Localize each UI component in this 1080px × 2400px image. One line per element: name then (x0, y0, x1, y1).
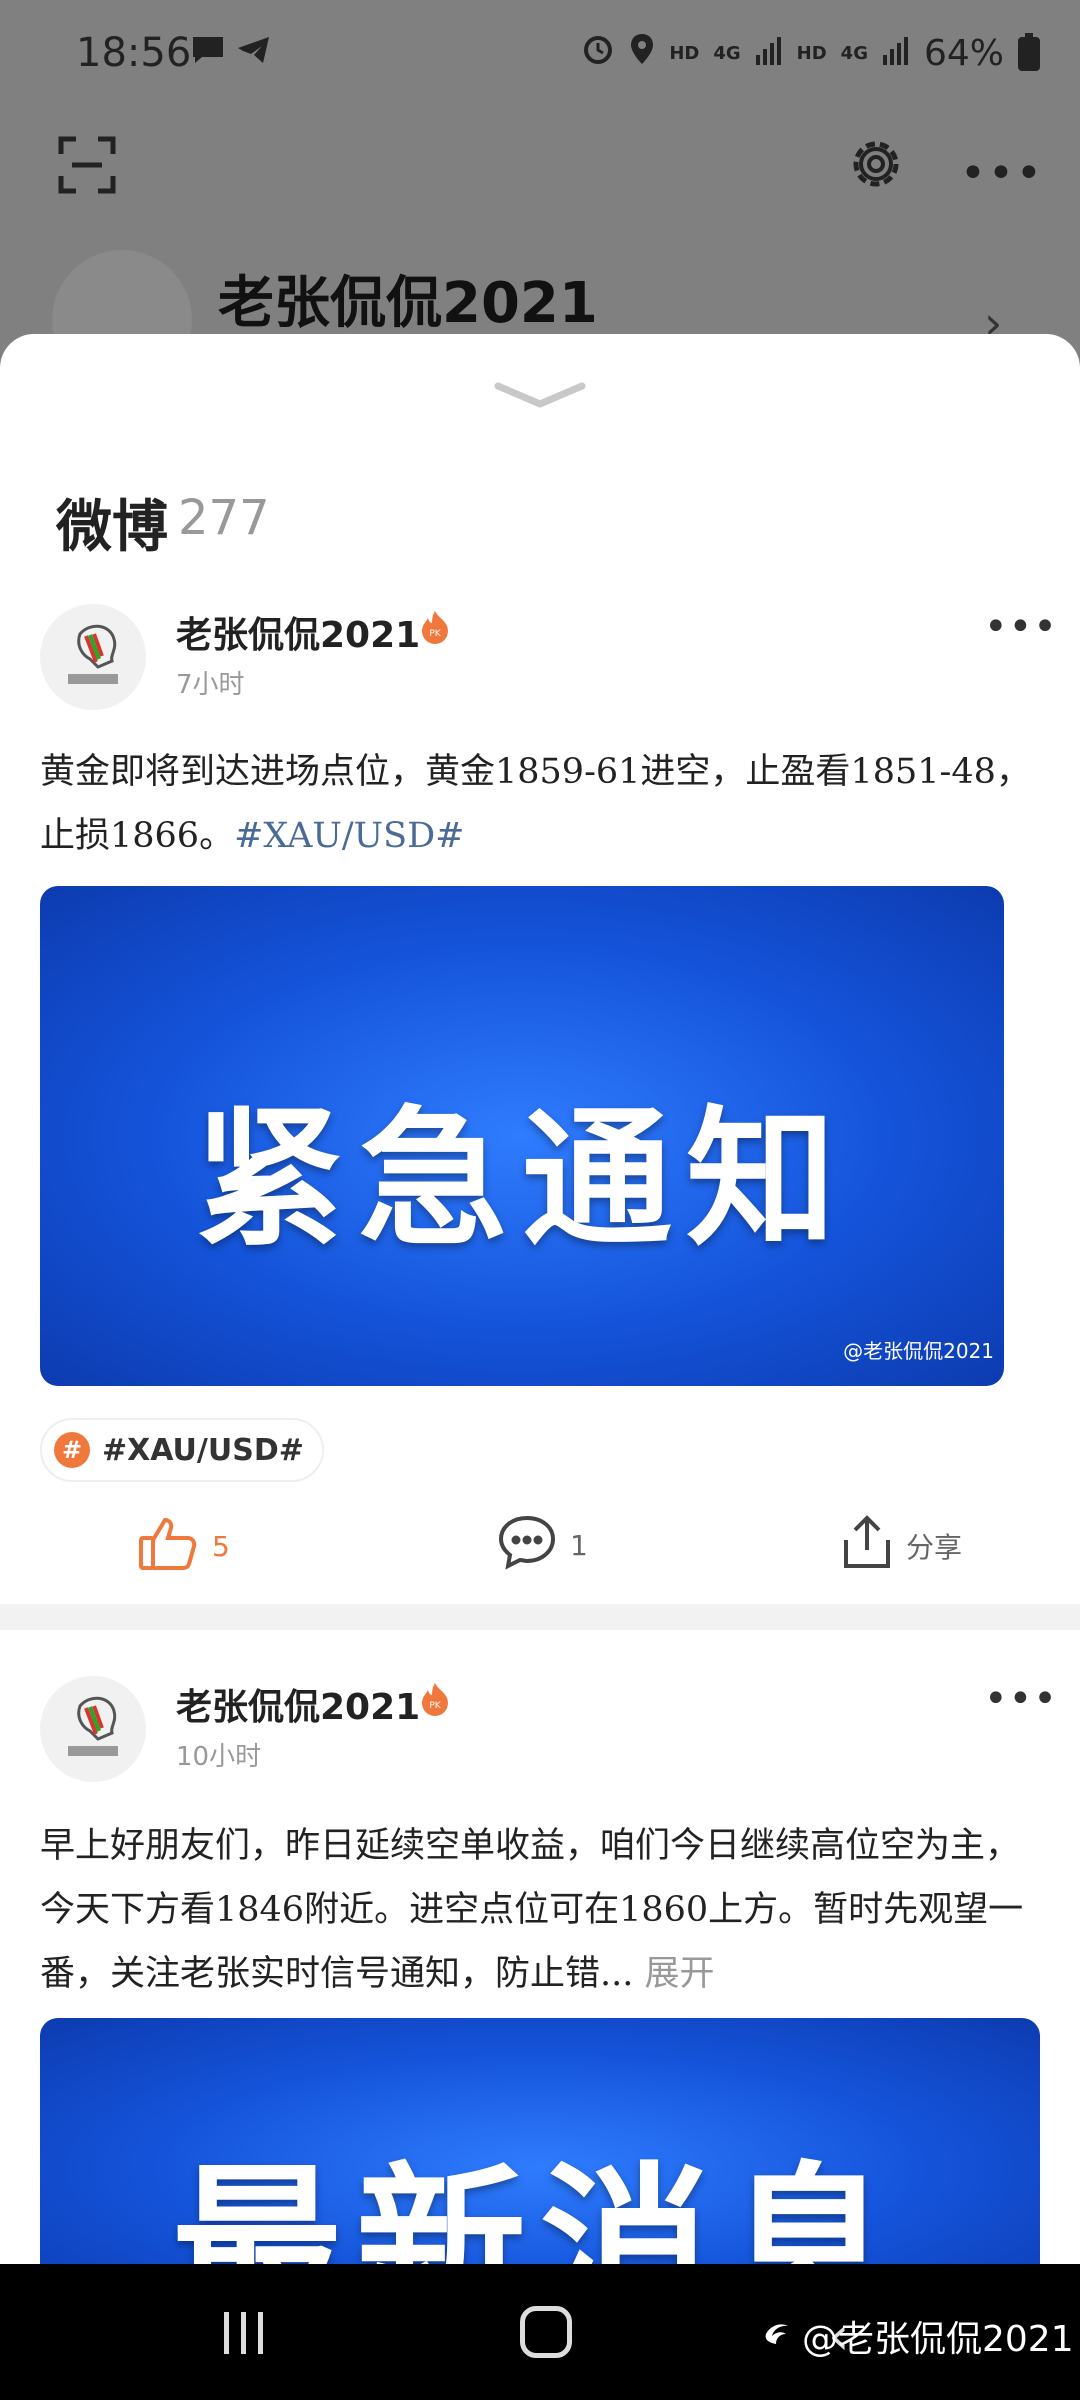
share-icon (842, 1514, 892, 1577)
battery-icon (1018, 32, 1040, 71)
hash-icon: # (54, 1432, 90, 1468)
pk-badge-text: PK (429, 1701, 441, 1711)
post-body: 早上好朋友们，昨日延续空单收益，咱们今日继续高位空为主，今天下方看1846附近。… (40, 1826, 1024, 1994)
share-button[interactable]: 分享 (842, 1514, 962, 1577)
status-bar: 18:56 HD 4G HD 4G 64% (0, 0, 1080, 110)
pk-badge-icon: PK (420, 1682, 450, 1716)
post-text: 黄金即将到达进场点位，黄金1859-61进空，止盈看1851-48，止损1866… (40, 740, 1040, 868)
network-4g-label-2: 4G (840, 43, 868, 64)
post-actions: 5 1 分享 (0, 1514, 1080, 1594)
topic-chip-label: #XAU/USD# (102, 1432, 304, 1468)
post-time: 7小时 (176, 670, 245, 700)
watermark-text: @老张侃侃2021 (802, 2319, 1074, 2360)
post-card[interactable]: 老张侃侃2021 PK 7小时 ••• 黄金即将到达进场点位，黄金1859-61… (0, 604, 1080, 1386)
pk-badge-text: PK (429, 629, 441, 639)
expand-link[interactable]: 展开 (645, 1954, 715, 1994)
hd-label-1: HD (669, 43, 700, 64)
post-more-icon[interactable]: ••• (984, 1676, 1058, 1722)
signal-icon-2 (882, 33, 910, 74)
thumbs-up-icon (138, 1514, 198, 1579)
weibo-logo-icon (760, 2314, 796, 2359)
post-more-icon[interactable]: ••• (984, 604, 1058, 650)
sheet-title: 微博 (56, 495, 168, 560)
post-topic-link[interactable]: #XAU/USD# (234, 816, 464, 856)
topic-chip[interactable]: # #XAU/USD# (40, 1418, 324, 1482)
home-icon[interactable] (520, 2306, 572, 2358)
scan-icon[interactable] (58, 136, 116, 194)
post-body: 黄金即将到达进场点位，黄金1859-61进空，止盈看1851-48，止损1866… (40, 752, 1031, 856)
more-options-icon[interactable]: ••• (960, 148, 1044, 199)
post-image[interactable]: 最新消息 (40, 2018, 1040, 2264)
post-divider (0, 1604, 1080, 1630)
share-label: 分享 (906, 1530, 963, 1564)
author-name[interactable]: 老张侃侃2021 (176, 606, 420, 658)
pk-badge-icon: PK (420, 610, 450, 644)
author-avatar[interactable] (40, 1676, 146, 1782)
post-image-watermark: @老张侃侃2021 (843, 1339, 994, 1363)
message-icon (190, 34, 226, 74)
weibo-count: 277 (178, 490, 270, 546)
alarm-icon (581, 32, 615, 75)
telegram-icon (236, 34, 272, 74)
signal-icon-1 (755, 33, 783, 74)
comment-icon (498, 1514, 556, 1577)
settings-gear-icon[interactable] (846, 134, 906, 194)
watermark: @老张侃侃2021 (760, 2310, 1074, 2362)
post-time: 10小时 (176, 1742, 262, 1772)
like-count: 5 (212, 1530, 230, 1563)
battery-percent: 64% (923, 33, 1004, 74)
post-card[interactable]: 老张侃侃2021 PK 10小时 ••• 早上好朋友们，昨日延续空单收益，咱们今… (0, 1676, 1080, 2264)
status-time: 18:56 (76, 30, 192, 76)
network-4g-label-1: 4G (713, 43, 741, 64)
profile-name: 老张侃侃2021 (218, 271, 598, 336)
post-image-text: 最新消息 (171, 2148, 908, 2264)
comment-count: 1 (570, 1529, 588, 1562)
recent-apps-icon[interactable] (220, 2310, 268, 2356)
author-name[interactable]: 老张侃侃2021 (176, 1678, 420, 1730)
location-icon (629, 32, 655, 75)
comment-button[interactable]: 1 (498, 1514, 588, 1577)
hd-label-2: HD (796, 43, 827, 64)
collapse-handle-icon[interactable] (494, 380, 586, 410)
post-image-text: 紧急通知 (193, 1093, 850, 1267)
like-button[interactable]: 5 (138, 1514, 230, 1579)
post-text: 早上好朋友们，昨日延续空单收益，咱们今日继续高位空为主，今天下方看1846附近。… (40, 1814, 1040, 2006)
weibo-bottom-sheet: 微博 277 老张侃侃2021 PK 7小时 ••• 黄金即将到达进场点位，黄金… (0, 334, 1080, 2264)
author-avatar[interactable] (40, 604, 146, 710)
post-image[interactable]: 紧急通知 @老张侃侃2021 (40, 886, 1004, 1386)
